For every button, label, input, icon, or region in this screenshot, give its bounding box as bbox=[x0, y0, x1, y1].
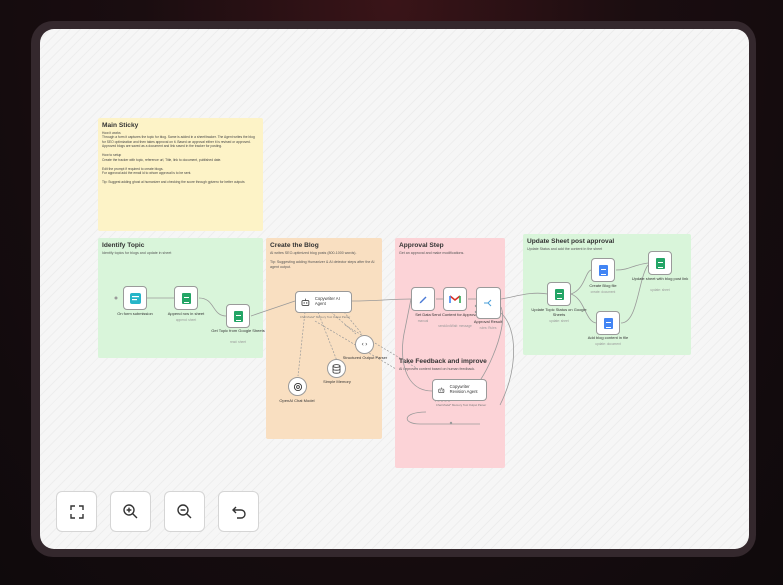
zoom-in-button[interactable] bbox=[110, 491, 151, 532]
update-sheet-link-sub: update: sheet bbox=[650, 288, 670, 292]
robot-icon bbox=[301, 298, 310, 306]
get-topic-sub: read: sheet bbox=[230, 340, 246, 344]
zoom-in-icon bbox=[123, 504, 138, 519]
add-blog-content-sub: update: document bbox=[595, 342, 621, 346]
google-sheets-icon bbox=[233, 310, 243, 322]
update-status-node[interactable] bbox=[547, 282, 571, 306]
undo-icon bbox=[231, 506, 246, 519]
google-docs-icon bbox=[603, 317, 613, 329]
approval-result-sub: rules: Rules bbox=[479, 326, 497, 330]
google-docs-icon bbox=[598, 264, 608, 276]
add-blog-content-label: Add blog content in file bbox=[587, 335, 629, 340]
update-sheet-title: Update Sheet post approval bbox=[527, 238, 615, 245]
get-topic-node[interactable] bbox=[226, 304, 250, 328]
revision-agent-label: Copywriter Revision Agent bbox=[449, 384, 478, 394]
send-approval-node[interactable] bbox=[443, 287, 467, 311]
openai-icon bbox=[293, 382, 302, 391]
add-blog-content-node[interactable] bbox=[596, 311, 620, 335]
database-icon bbox=[332, 363, 341, 374]
simple-memory-node[interactable] bbox=[327, 359, 346, 378]
update-sheet-link-node[interactable] bbox=[648, 251, 672, 275]
create-blog-file-label: Create Blog file bbox=[589, 283, 617, 288]
update-status-sub: update: sheet bbox=[549, 319, 569, 323]
main-sticky-note[interactable]: Main Sticky How it works Through a form … bbox=[98, 118, 263, 231]
output-parser-label: Structured Output Parser bbox=[342, 355, 388, 360]
form-trigger-node[interactable] bbox=[123, 286, 147, 310]
create-blog-sub: AI writes SEO-optimized blog posts (800-… bbox=[270, 251, 375, 270]
switch-icon bbox=[484, 299, 492, 307]
revision-agent-node[interactable]: Copywriter Revision Agent bbox=[432, 379, 487, 401]
get-topic-label: Get Topic from Google Sheets bbox=[211, 328, 265, 333]
create-blog-title: Create the Blog bbox=[270, 242, 319, 249]
copywriter-agent-handles: Chat Model* Memory Tool Output Parser bbox=[299, 315, 351, 319]
identify-topic-sub: Identify topics for blogs and update in … bbox=[102, 251, 172, 255]
take-feedback-sub: AI improves content based on human feedb… bbox=[399, 367, 476, 371]
google-sheets-icon bbox=[554, 288, 564, 300]
fit-view-button[interactable] bbox=[56, 491, 97, 532]
take-feedback-title: Take Feedback and improve bbox=[399, 358, 487, 365]
pencil-icon bbox=[419, 296, 427, 304]
approval-step-title: Approval Step bbox=[399, 242, 444, 249]
set-data-node[interactable] bbox=[411, 287, 435, 311]
update-sheet-link-label: Update sheet with blog post link bbox=[631, 276, 689, 281]
gmail-icon bbox=[449, 295, 461, 303]
google-sheets-icon bbox=[181, 292, 191, 304]
code-braces-icon: ‹› bbox=[360, 341, 369, 348]
main-sticky-title: Main Sticky bbox=[102, 122, 139, 129]
undo-button[interactable] bbox=[218, 491, 259, 532]
append-row-sub: append: sheet bbox=[175, 318, 197, 322]
create-blog-file-node[interactable] bbox=[591, 258, 615, 282]
form-trigger-icon bbox=[129, 292, 141, 304]
output-parser-node[interactable]: ‹› bbox=[355, 335, 374, 354]
workflow-canvas[interactable]: Main Sticky How it works Through a form … bbox=[40, 29, 749, 549]
fit-view-icon bbox=[69, 504, 84, 519]
revision-agent-handles: Chat Model* Memory Tool Output Parser bbox=[435, 403, 487, 407]
zoom-out-button[interactable] bbox=[164, 491, 205, 532]
set-data-sub: manual bbox=[417, 319, 429, 323]
identify-topic-title: Identify Topic bbox=[102, 242, 145, 249]
robot-icon bbox=[438, 387, 445, 393]
approval-result-label: Approval Result bbox=[473, 319, 503, 324]
copywriter-agent-node[interactable]: Copywriter AI Agent bbox=[295, 291, 352, 313]
main-sticky-body: How it works Through a form it captures … bbox=[102, 131, 255, 184]
approval-step-sub: Get an approval and make modifications. bbox=[399, 251, 465, 255]
create-blog-file-sub: create: document bbox=[590, 290, 616, 294]
openai-chat-model-node[interactable] bbox=[288, 377, 307, 396]
update-status-label: Update Topic Status on Google Sheets bbox=[531, 307, 587, 317]
append-row-label: Append row in sheet bbox=[167, 311, 205, 316]
approval-result-node[interactable] bbox=[476, 287, 501, 319]
copywriter-agent-label: Copywriter AI Agent bbox=[314, 296, 340, 306]
openai-chat-model-label: OpenAI Chat Model bbox=[279, 398, 315, 403]
append-row-node[interactable] bbox=[174, 286, 198, 310]
simple-memory-label: Simple Memory bbox=[323, 379, 351, 384]
google-sheets-icon bbox=[655, 257, 665, 269]
zoom-out-icon bbox=[177, 504, 192, 519]
take-feedback-sticky[interactable]: Take Feedback and improve AI improves co… bbox=[395, 354, 505, 460]
